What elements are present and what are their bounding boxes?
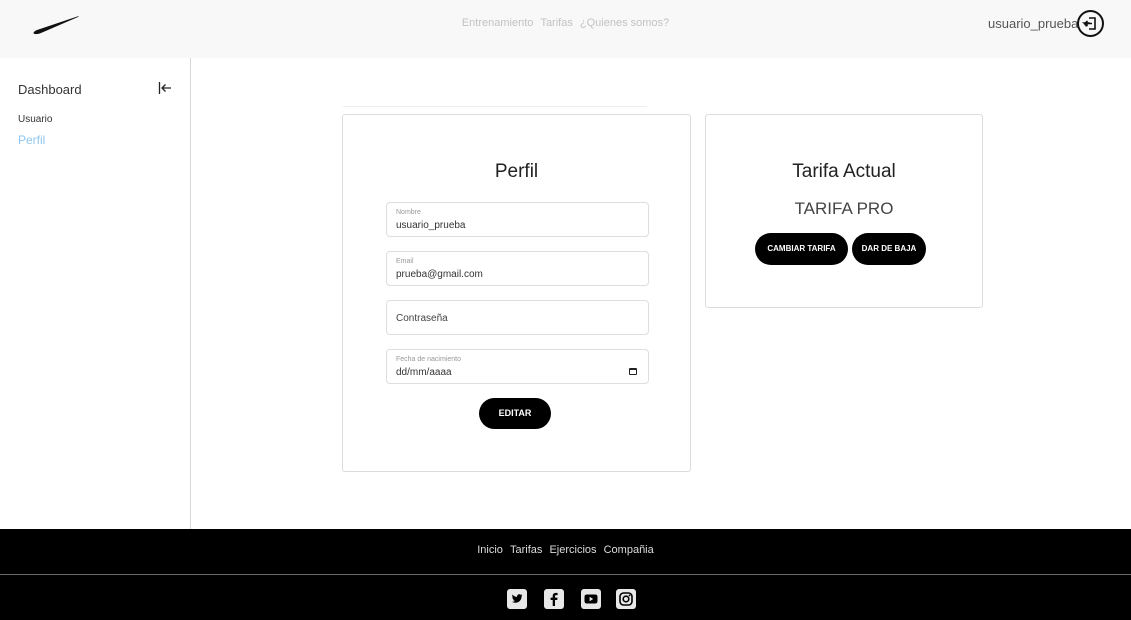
plan-card: Tarifa Actual TARIFA PRO CAMBIAR TARIFA … (705, 114, 983, 308)
footer-link-compania[interactable]: Compañia (604, 544, 654, 556)
footer-link-ejercicios[interactable]: Ejercicios (549, 544, 596, 556)
username: usuario_prueba (988, 16, 1079, 31)
footer-divider (0, 574, 1131, 575)
profile-card: Perfil Nombre usuario_prueba Email prueb… (342, 114, 691, 472)
email-value: prueba@gmail.com (396, 269, 483, 280)
footer-link-inicio[interactable]: Inicio (477, 544, 503, 556)
footer-link-tarifas[interactable]: Tarifas (510, 544, 542, 556)
sidebar-item-perfil[interactable]: Perfil (18, 133, 45, 147)
plan-title: Tarifa Actual (792, 161, 896, 182)
birthdate-field[interactable]: Fecha de nacimiento dd/mm/aaaa (386, 349, 649, 384)
plan-name: TARIFA PRO (794, 199, 894, 218)
top-navbar: Entrenamiento Tarifas ¿Quienes somos? us… (0, 0, 1131, 58)
footer: Inicio Tarifas Ejercicios Compañia (0, 529, 1131, 620)
cancel-plan-button[interactable]: DAR DE BAJA (852, 233, 926, 265)
name-label: Nombre (396, 209, 421, 216)
twitter-icon[interactable] (507, 589, 527, 609)
name-field[interactable]: Nombre usuario_prueba (386, 202, 649, 237)
logout-icon (1083, 17, 1096, 30)
main-nav: Entrenamiento Tarifas ¿Quienes somos? (0, 17, 1131, 29)
email-field[interactable]: Email prueba@gmail.com (386, 251, 649, 286)
name-value: usuario_prueba (396, 220, 466, 231)
user-dropdown[interactable]: usuario_prueba (988, 16, 1091, 31)
email-label: Email (396, 258, 414, 265)
calendar-icon[interactable] (629, 368, 637, 375)
birthdate-value: dd/mm/aaaa (396, 367, 452, 378)
logout-button[interactable] (1077, 10, 1104, 37)
youtube-icon[interactable] (581, 589, 601, 609)
collapse-sidebar-icon[interactable] (158, 81, 172, 95)
facebook-icon[interactable] (544, 589, 564, 609)
instagram-icon[interactable] (616, 589, 636, 609)
sidebar-section-usuario: Usuario (18, 114, 53, 125)
nav-link-entrenamiento[interactable]: Entrenamiento (462, 17, 534, 29)
edit-button[interactable]: EDITAR (479, 398, 551, 429)
divider (343, 106, 647, 107)
nav-link-tarifas[interactable]: Tarifas (540, 17, 572, 29)
nav-link-quienes-somos[interactable]: ¿Quienes somos? (580, 17, 669, 29)
birthdate-label: Fecha de nacimiento (396, 356, 461, 363)
password-placeholder: Contraseña (396, 313, 448, 324)
password-field[interactable]: Contraseña (386, 300, 649, 335)
footer-nav: Inicio Tarifas Ejercicios Compañia (0, 544, 1131, 556)
change-plan-button[interactable]: CAMBIAR TARIFA (755, 233, 848, 265)
profile-title: Perfil (494, 161, 539, 182)
sidebar-title: Dashboard (18, 82, 82, 97)
sidebar: Dashboard Usuario Perfil (0, 58, 191, 529)
